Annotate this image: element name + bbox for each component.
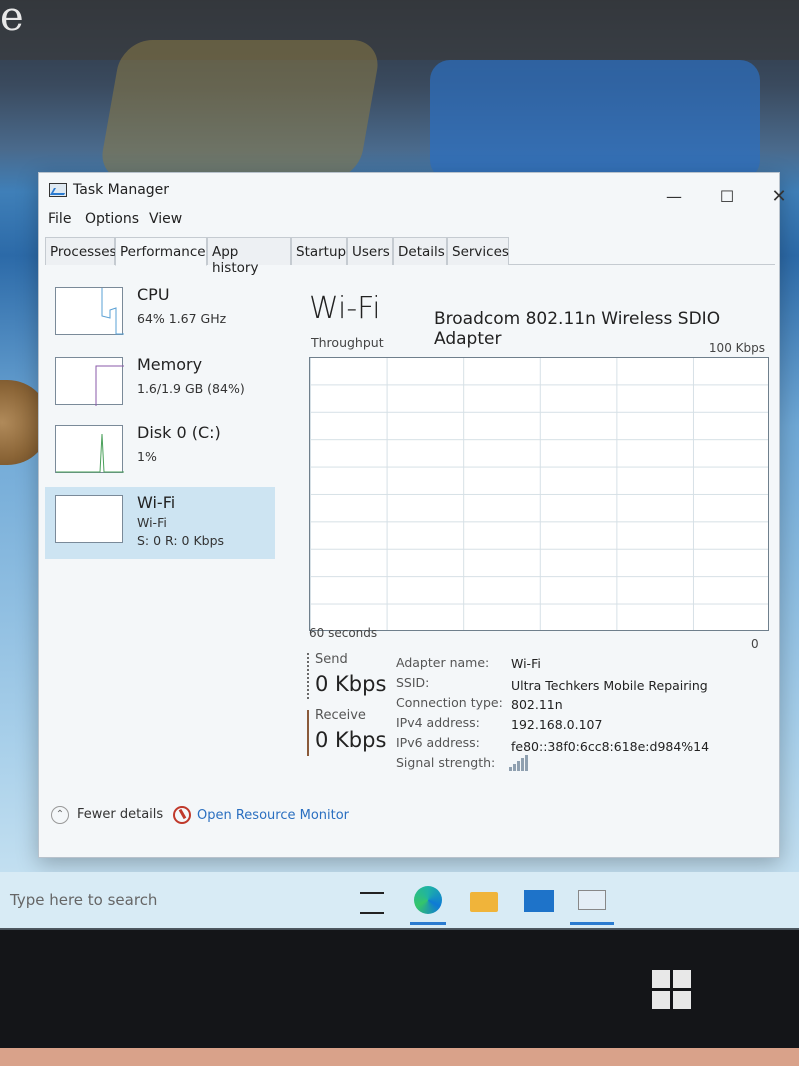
tab-services[interactable]: Services — [447, 237, 509, 265]
page-title: Wi-Fi — [309, 291, 381, 326]
property-label: SSID: — [396, 675, 430, 690]
property-label: IPv6 address: — [396, 735, 480, 750]
receive-value: 0 Kbps — [315, 728, 387, 752]
task-manager-taskbar-icon[interactable] — [578, 890, 606, 910]
sidebar-item-wifi[interactable]: Wi-Fi Wi-Fi S: 0 R: 0 Kbps — [45, 487, 275, 559]
maximize-button[interactable]: ☐ — [707, 185, 747, 209]
background-shape — [430, 60, 760, 180]
menu-view[interactable]: View — [149, 211, 182, 227]
wifi-thumbnail-graph — [55, 495, 123, 543]
sidebar-item-title: Wi-Fi — [137, 493, 176, 512]
throughput-graph[interactable] — [309, 357, 769, 631]
background-shape — [97, 40, 383, 180]
cpu-thumbnail-graph — [55, 287, 124, 335]
tab-users[interactable]: Users — [347, 237, 393, 265]
sidebar-item-detail: 1.6/1.9 GB (84%) — [137, 381, 245, 396]
sidebar-item-memory[interactable]: Memory 1.6/1.9 GB (84%) — [45, 349, 275, 419]
task-manager-icon — [49, 183, 67, 197]
sidebar-item-title: Disk 0 (C:) — [137, 423, 221, 442]
tab-performance[interactable]: Performance — [115, 237, 207, 266]
sidebar-item-detail: Wi-Fi — [137, 515, 167, 530]
menu-bar: File Options View — [39, 209, 779, 231]
taskbar-search-input[interactable]: Type here to search — [10, 891, 157, 909]
tab-app-history[interactable]: App history — [207, 237, 291, 276]
running-indicator — [410, 922, 446, 925]
minimize-button[interactable]: — — [654, 185, 694, 209]
property-value: 192.168.0.107 — [511, 717, 603, 732]
sidebar-item-detail: S: 0 R: 0 Kbps — [137, 533, 225, 548]
menu-options[interactable]: Options — [85, 211, 139, 227]
resource-monitor-icon[interactable] — [173, 806, 191, 824]
property-value: 802.11n — [511, 697, 563, 712]
footer: ⌃ Fewer details Open Resource Monitor — [47, 803, 447, 827]
menu-file[interactable]: File — [48, 211, 71, 227]
sidebar-item-cpu[interactable]: CPU 64% 1.67 GHz — [45, 279, 275, 349]
mail-icon[interactable] — [524, 890, 554, 912]
edge-browser-icon[interactable] — [414, 886, 442, 914]
graph-zero-label: 0 — [751, 637, 759, 651]
disk-thumbnail-graph — [55, 425, 124, 473]
task-manager-window: Task Manager — ☐ ✕ File Options View Pro… — [38, 172, 787, 858]
property-value: fe80::38f0:6cc8:618e:d984%14 — [511, 739, 710, 754]
property-label: Connection type: — [396, 695, 503, 710]
sidebar-item-detail: 64% 1.67 GHz — [137, 311, 227, 326]
task-view-icon[interactable] — [360, 892, 384, 914]
max-throughput-label: 100 Kbps — [708, 341, 765, 355]
title-bar[interactable]: Task Manager — ☐ ✕ — [39, 173, 787, 209]
running-indicator — [570, 922, 614, 925]
laptop-frame-edge — [0, 1048, 799, 1066]
sidebar-item-title: CPU — [137, 285, 170, 304]
background-letter: e — [0, 0, 24, 40]
send-indicator — [307, 653, 309, 699]
taskbar: Type here to search — [0, 872, 799, 928]
send-label: Send — [315, 652, 348, 667]
fewer-details-button[interactable]: Fewer details — [77, 807, 163, 822]
tab-processes[interactable]: Processes — [45, 237, 117, 265]
send-value: 0 Kbps — [315, 672, 387, 696]
sidebar-item-disk[interactable]: Disk 0 (C:) 1% — [45, 417, 275, 487]
receive-indicator — [307, 710, 309, 756]
tab-startup[interactable]: Startup — [291, 237, 347, 265]
windows-logo-icon — [652, 970, 692, 1010]
file-explorer-icon[interactable] — [470, 892, 498, 912]
tab-strip: Processes Performance App history Startu… — [45, 237, 775, 276]
property-label: Adapter name: — [396, 655, 490, 670]
sidebar-item-detail: 1% — [137, 449, 157, 464]
signal-strength-icon — [509, 755, 528, 771]
property-label: IPv4 address: — [396, 715, 480, 730]
throughput-label: Throughput — [311, 335, 384, 350]
sidebar-item-title: Memory — [137, 355, 203, 374]
property-value: Wi-Fi — [511, 656, 541, 671]
receive-label: Receive — [315, 708, 366, 723]
property-value: Ultra Techkers Mobile Repairing — [511, 678, 708, 693]
background-top — [0, 0, 799, 60]
close-button[interactable]: ✕ — [759, 185, 799, 209]
open-resource-monitor-link[interactable]: Open Resource Monitor — [197, 808, 349, 823]
chevron-up-icon[interactable]: ⌃ — [51, 806, 69, 824]
property-label: Signal strength: — [396, 755, 496, 770]
time-span-label: 60 seconds — [309, 626, 378, 640]
memory-thumbnail-graph — [55, 357, 124, 406]
window-title: Task Manager — [73, 182, 170, 198]
tab-details[interactable]: Details — [393, 237, 447, 265]
